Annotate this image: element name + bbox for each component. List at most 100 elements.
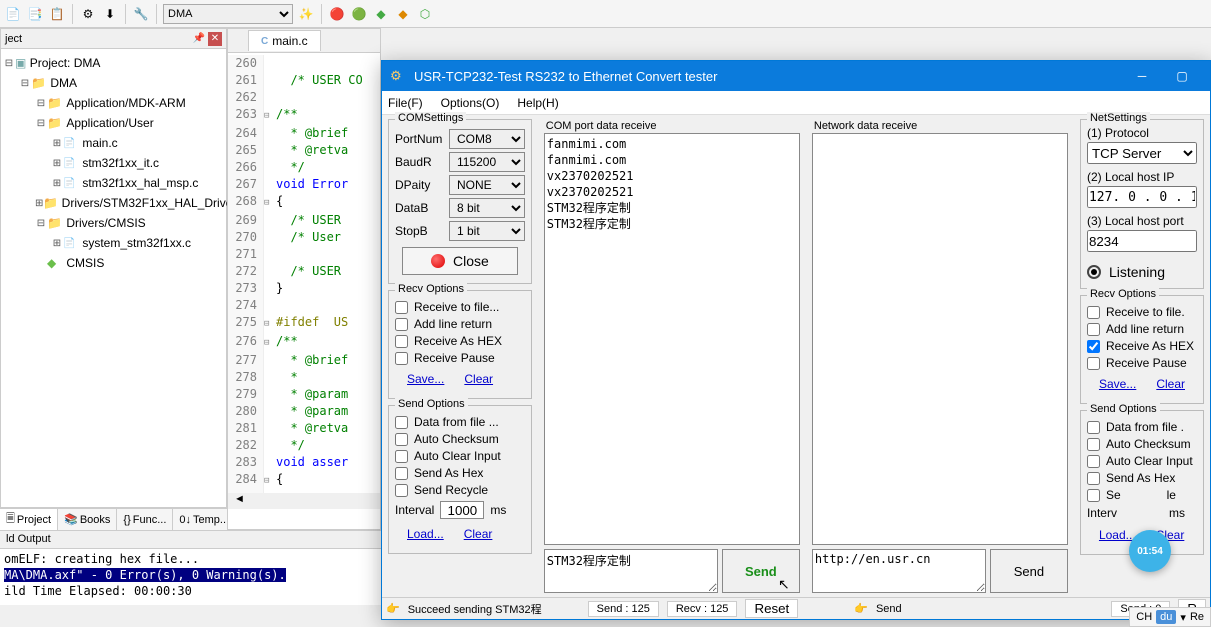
send-recycle-check[interactable]: Send Recycle (395, 483, 525, 497)
net-load-link[interactable]: Load... (1099, 528, 1136, 542)
separator (72, 4, 73, 24)
clear-link[interactable]: Clear (464, 372, 493, 386)
tree-item[interactable]: ⊞📄 stm32f1xx_it.c (3, 153, 224, 173)
send-as-hex-check[interactable]: Send As Hex (395, 466, 525, 480)
stopbits-select[interactable]: 1 bit (449, 221, 525, 241)
net-settings-group: NetSettings (1) Protocol TCP Server (2) … (1080, 119, 1204, 289)
toolbar-icon[interactable]: ◆ (372, 5, 390, 23)
save-link[interactable]: Save... (407, 372, 444, 386)
net-data-file-check[interactable]: Data from file . (1087, 420, 1197, 434)
recv-as-hex-check[interactable]: Receive As HEX (395, 334, 525, 348)
close-icon[interactable]: ✕ (208, 32, 222, 46)
project-panel-header: ject 📌 ✕ (1, 29, 226, 49)
auto-checksum-check[interactable]: Auto Checksum (395, 432, 525, 446)
toolbar-icon[interactable]: 📑 (26, 5, 44, 23)
net-send-recycle-check[interactable]: Sele (1087, 488, 1197, 502)
net-recv-hex-check[interactable]: Receive As HEX (1087, 339, 1197, 353)
tree-item[interactable]: ⊟📁 Application/User (3, 113, 224, 133)
net-clear-link[interactable]: Clear (1156, 377, 1185, 391)
app-icon: ⚙ (390, 68, 408, 84)
auto-clear-check[interactable]: Auto Clear Input (395, 449, 525, 463)
local-ip-input[interactable] (1087, 186, 1197, 208)
local-port-input[interactable] (1087, 230, 1197, 252)
menu-options[interactable]: Options(O) (441, 96, 500, 110)
clock-widget[interactable]: 01:54 (1129, 530, 1171, 572)
baudrate-select[interactable]: 115200 (449, 152, 525, 172)
net-auto-clear-check[interactable]: Auto Clear Input (1087, 454, 1197, 468)
tree-root[interactable]: ⊟▣ Project: DMA (3, 53, 224, 73)
net-status-msg: Send (876, 603, 902, 615)
toolbar-icon[interactable]: ⬡ (416, 5, 434, 23)
recv-pause-check[interactable]: Receive Pause (395, 351, 525, 365)
protocol-select[interactable]: TCP Server (1087, 142, 1197, 164)
net-recv-to-file-check[interactable]: Receive to file. (1087, 305, 1197, 319)
com-settings-group: COMSettings PortNumCOM8 BaudR115200 DPai… (388, 119, 532, 284)
pin-icon[interactable]: 📌 (192, 32, 206, 46)
project-tree: ⊟▣ Project: DMA ⊟📁 DMA⊟📁 Application/MDK… (1, 49, 226, 277)
separator (156, 4, 157, 24)
clear-link[interactable]: Clear (464, 527, 493, 541)
net-save-link[interactable]: Save... (1099, 377, 1136, 391)
toolbar-icon[interactable]: 🔴 (328, 5, 346, 23)
recv-count: Recv : 125 (667, 601, 738, 617)
com-send-input[interactable]: STM32程序定制 (544, 549, 718, 593)
tree-item[interactable]: ⊞📄 stm32f1xx_hal_msp.c (3, 173, 224, 193)
com-close-button[interactable]: Close (402, 247, 518, 275)
com-send-button[interactable]: Send (722, 549, 800, 593)
editor-scrollbar[interactable]: ◄ (228, 493, 380, 509)
tree-item[interactable]: ⊞📄 main.c (3, 133, 224, 153)
tree-item[interactable]: ⊞📁 Drivers/STM32F1xx_HAL_Drive (3, 193, 224, 213)
tree-item[interactable]: ⊟📁 DMA (3, 73, 224, 93)
maximize-button[interactable]: ▢ (1162, 61, 1202, 91)
net-send-button[interactable]: Send (990, 549, 1068, 593)
menu-file[interactable]: File(F) (388, 96, 423, 110)
data-from-file-check[interactable]: Data from file ... (395, 415, 525, 429)
net-recv-box[interactable] (812, 133, 1068, 545)
interval-input[interactable] (440, 501, 484, 519)
load-link[interactable]: Load... (407, 527, 444, 541)
hand-icon: 👉 (854, 602, 868, 615)
parity-select[interactable]: NONE (449, 175, 525, 195)
radio-icon (1087, 265, 1101, 279)
target-combo[interactable]: DMA (163, 4, 293, 24)
recv-options-group: Recv Options Receive to file... Add line… (388, 290, 532, 399)
reset-button[interactable]: Reset (745, 599, 798, 618)
tree-item[interactable]: ◆ CMSIS (3, 253, 224, 273)
databits-select[interactable]: 8 bit (449, 198, 525, 218)
panel-title: ject (5, 33, 22, 45)
toolbar-icon[interactable]: ⚙ (79, 5, 97, 23)
project-panel: ject 📌 ✕ ⊟▣ Project: DMA ⊟📁 DMA⊟📁 Applic… (0, 28, 227, 508)
tab-functions[interactable]: {}Func... (117, 509, 173, 530)
tree-item[interactable]: ⊟📁 Application/MDK-ARM (3, 93, 224, 113)
toolbar-icon[interactable]: 🔧 (132, 5, 150, 23)
net-send-input[interactable]: http://en.usr.cn (812, 549, 986, 593)
com-recv-box[interactable]: fanmimi.comfanmimi.comvx2370202521vx2370… (544, 133, 800, 545)
menu-help[interactable]: Help(H) (517, 96, 558, 110)
recv-to-file-check[interactable]: Receive to file... (395, 300, 525, 314)
toolbar-icon[interactable]: ◆ (394, 5, 412, 23)
toolbar-icon[interactable]: 📋 (48, 5, 66, 23)
portnum-select[interactable]: COM8 (449, 129, 525, 149)
net-add-line-check[interactable]: Add line return (1087, 322, 1197, 336)
minimize-button[interactable]: ─ (1122, 61, 1162, 91)
code-area[interactable]: 260261 /* USER CO262263⊟/**264 * @brief … (228, 53, 380, 505)
toolbar-icon[interactable]: 📄 (4, 5, 22, 23)
editor-tab-main[interactable]: C main.c (248, 30, 321, 51)
net-auto-checksum-check[interactable]: Auto Checksum (1087, 437, 1197, 451)
add-line-return-check[interactable]: Add line return (395, 317, 525, 331)
ime-bar[interactable]: CH du ▾ Re (1129, 607, 1211, 627)
toolbar-icon[interactable]: ⬇ (101, 5, 119, 23)
editor: C main.c 260261 /* USER CO262263⊟/**264 … (227, 28, 381, 530)
net-recv-label: Network data receive (812, 119, 1068, 133)
ime-badge[interactable]: du (1156, 610, 1176, 624)
toolbar-icon[interactable]: 🟢 (350, 5, 368, 23)
net-recv-pause-check[interactable]: Receive Pause (1087, 356, 1197, 370)
tree-item[interactable]: ⊞📄 system_stm32f1xx.c (3, 233, 224, 253)
net-send-hex-check[interactable]: Send As Hex (1087, 471, 1197, 485)
tree-item[interactable]: ⊟📁 Drivers/CMSIS (3, 213, 224, 233)
wand-icon[interactable]: ✨ (297, 5, 315, 23)
tab-books[interactable]: 📚Books (58, 509, 117, 530)
tab-project[interactable]: 🗏Project (0, 509, 58, 530)
dialog-titlebar[interactable]: ⚙ USR-TCP232-Test RS232 to Ethernet Conv… (382, 61, 1210, 91)
com-data-column: COM port data receive fanmimi.comfanmimi… (538, 115, 806, 597)
